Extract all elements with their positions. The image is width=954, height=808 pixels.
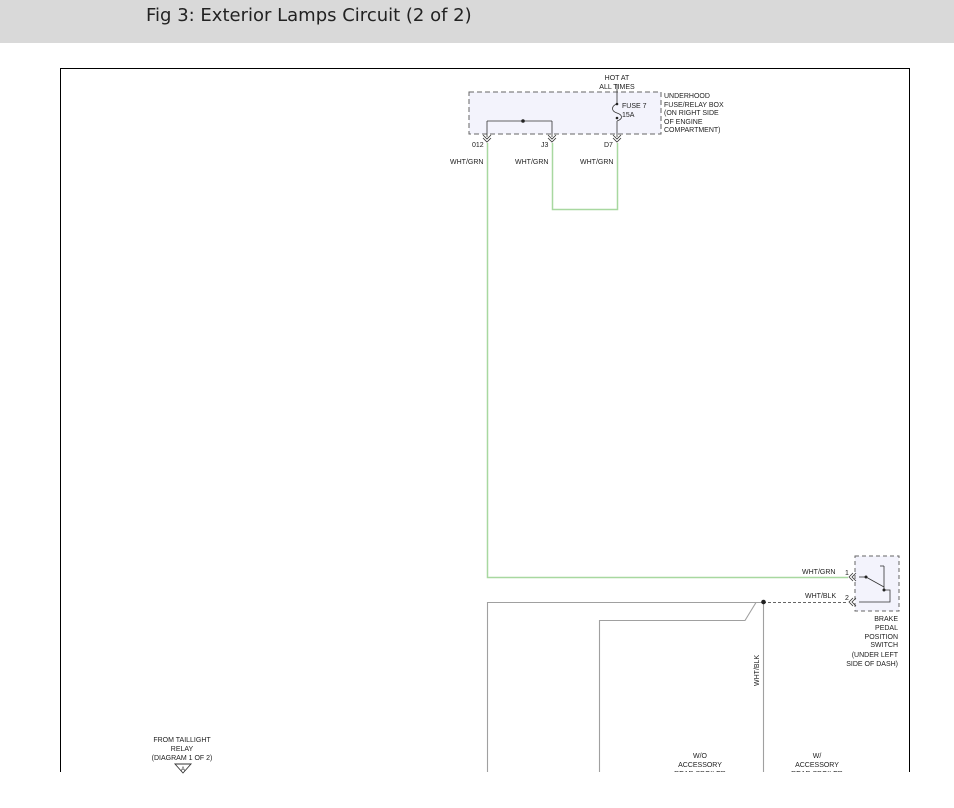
taillight-ref-label: FROM TAILLIGHT xyxy=(153,737,211,744)
spoiler-option-without: W/O xyxy=(693,753,708,760)
spoiler-option-without: ACCESSORY xyxy=(678,762,722,769)
fuse-terminal-top xyxy=(615,102,619,106)
terminal-label-012: 012 xyxy=(472,142,484,149)
brake-switch-name: POSITION xyxy=(865,634,898,641)
brake-switch-location: (UNDER LEFT xyxy=(852,652,899,659)
spoiler-option-without: REAR SPOILER xyxy=(674,771,726,778)
brake-switch-name: SWITCH xyxy=(870,642,898,649)
fuse-box-name: (ON RIGHT SIDE xyxy=(664,110,719,117)
terminal-label-j3: J3 xyxy=(541,142,549,149)
fuse-box-name: FUSE/RELAY BOX xyxy=(664,102,724,109)
wire-color-label: WHT/GRN xyxy=(515,159,548,166)
fuse-box-name: COMPARTMENT) xyxy=(664,127,721,134)
fuse-label: FUSE 7 xyxy=(622,103,647,110)
brake-switch-name: BRAKE xyxy=(874,616,898,623)
spoiler-option-with: W/ xyxy=(813,753,822,760)
switch-contact-fixed xyxy=(882,588,886,592)
fuse-rating: 15A xyxy=(622,112,635,119)
taillight-ref-label: RELAY xyxy=(171,746,194,753)
fuse-terminal-bottom xyxy=(615,116,619,120)
wht-grn-wires xyxy=(486,143,848,579)
brake-switch-name: PEDAL xyxy=(875,625,898,632)
taillight-ref-label: (DIAGRAM 1 OF 2) xyxy=(152,755,213,762)
terminal-label-d7: D7 xyxy=(604,142,613,149)
hot-at-label: HOT AT xyxy=(605,75,630,82)
fuse-box-name: OF ENGINE xyxy=(664,119,703,126)
brake-switch-location: SIDE OF DASH) xyxy=(846,661,898,668)
switch-pin-2: 2 xyxy=(845,595,849,602)
fuse-box-splice xyxy=(521,119,525,123)
wire-color-label: WHT/GRN xyxy=(802,569,835,576)
gray-wires xyxy=(486,601,765,772)
switch-contact-pivot xyxy=(864,575,868,579)
taillight-connector-letter: A xyxy=(181,767,185,773)
diagram-frame xyxy=(60,68,910,772)
fuse-box-name: UNDERHOOD xyxy=(664,93,710,100)
wire-color-label-vertical: WHT/BLK xyxy=(754,655,761,686)
switch-pin-1: 1 xyxy=(845,570,849,577)
wht-blk-splice xyxy=(761,599,766,605)
wire-color-label: WHT/BLK xyxy=(805,593,836,600)
hot-at-label: ALL TIMES xyxy=(599,84,635,91)
wiring-diagram: HOT AT ALL TIMES UNDERHOOD FUSE/RELAY BO… xyxy=(60,68,910,778)
spoiler-option-with: ACCESSORY xyxy=(795,762,839,769)
spoiler-option-with: REAR SPOILER xyxy=(791,771,843,778)
wire-color-label: WHT/GRN xyxy=(580,159,613,166)
wire-color-label: WHT/GRN xyxy=(450,159,483,166)
